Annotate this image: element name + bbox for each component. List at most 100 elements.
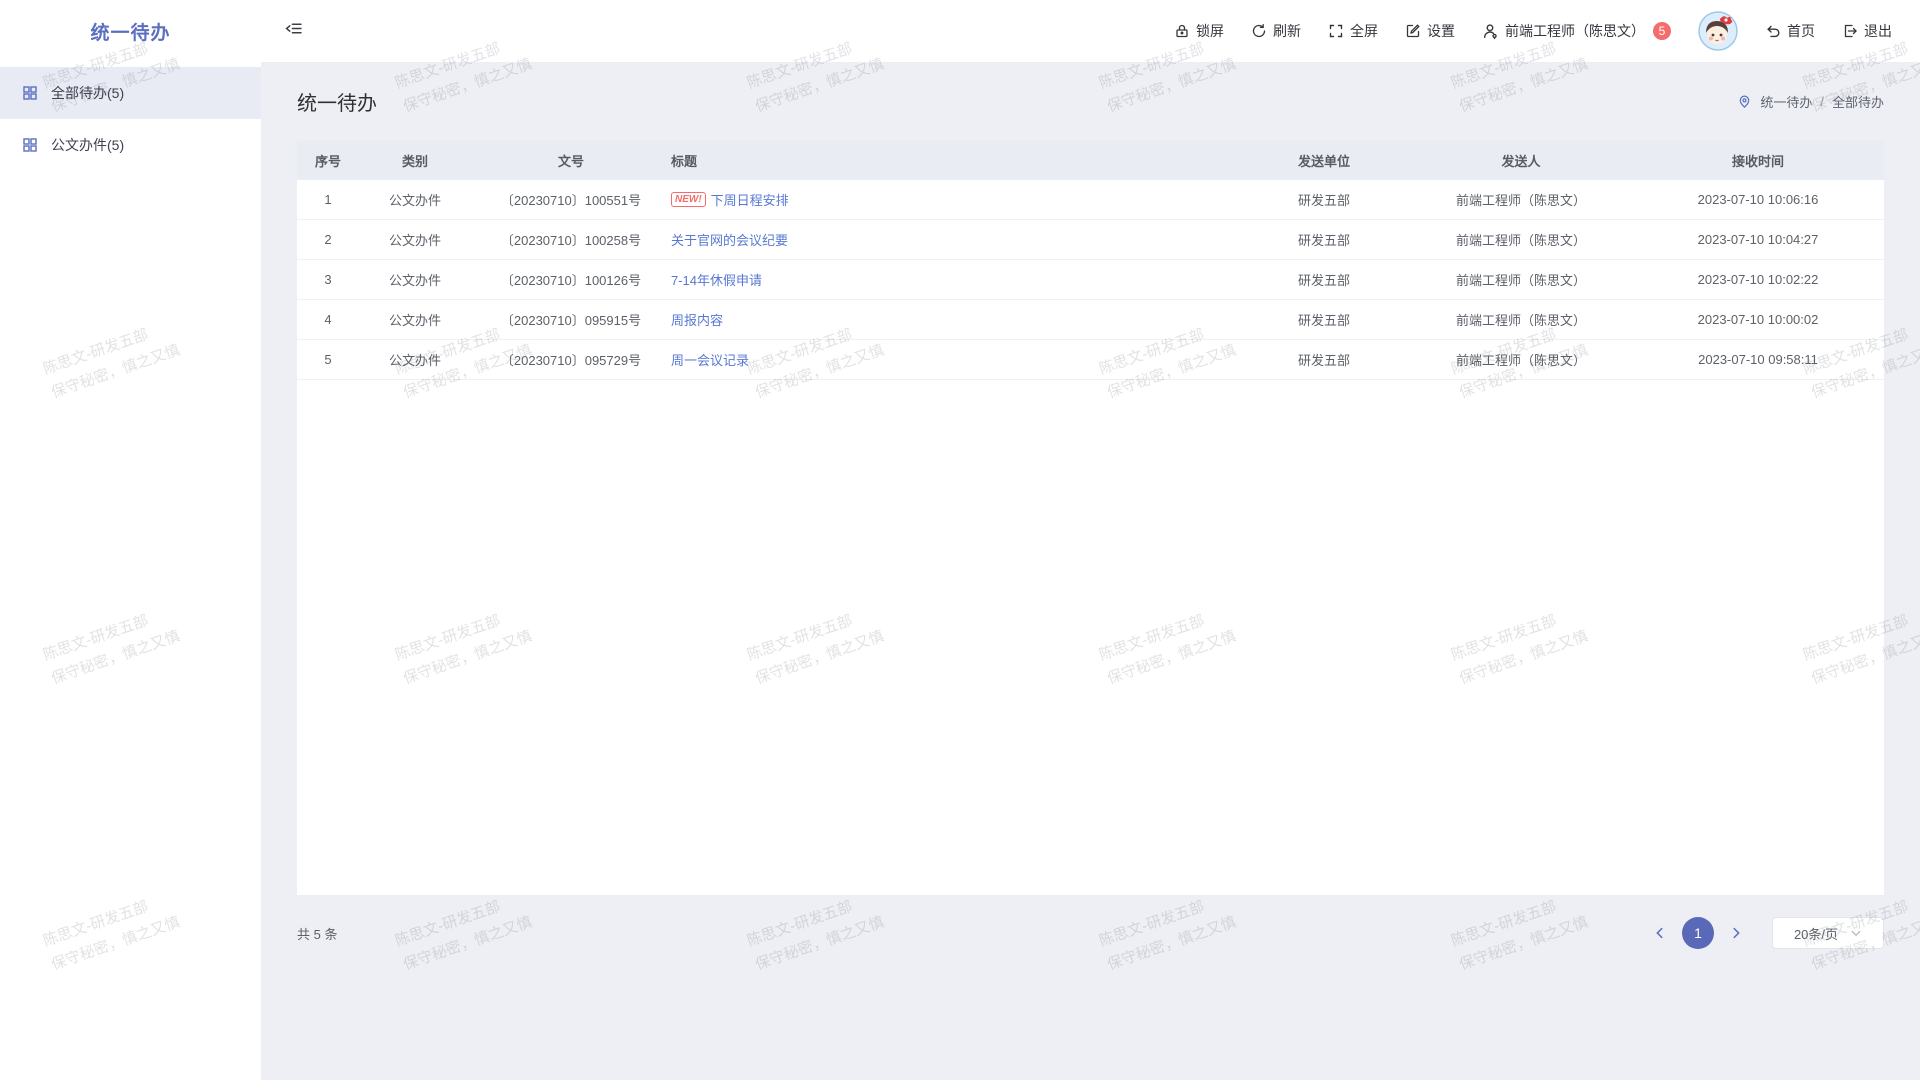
- row-category: 公文办件: [359, 270, 471, 289]
- user-menu[interactable]: 前端工程师（陈思文） 5: [1482, 21, 1671, 41]
- breadcrumb-root[interactable]: 统一待办: [1760, 92, 1812, 111]
- document-title-link[interactable]: 7-14年休假申请: [671, 270, 762, 289]
- row-category: 公文办件: [359, 310, 471, 329]
- sidebar-item-official-docs[interactable]: 公文办件(5): [0, 119, 261, 171]
- topbar: 统一待办 锁屏: [0, 0, 1920, 62]
- total-count-label: 共 5 条: [297, 924, 337, 943]
- home-button[interactable]: 首页: [1765, 21, 1815, 41]
- breadcrumb: 统一待办 / 全部待办: [1737, 92, 1884, 111]
- row-title-cell: 周一会议记录: [671, 350, 1238, 369]
- document-title-link[interactable]: 关于官网的会议纪要: [671, 230, 788, 249]
- document-title-link[interactable]: 下周日程安排: [711, 190, 789, 209]
- breadcrumb-current: 全部待办: [1832, 92, 1884, 111]
- row-unit: 研发五部: [1238, 350, 1410, 369]
- row-time: 2023-07-10 10:02:22: [1632, 272, 1884, 287]
- fullscreen-icon: [1328, 23, 1344, 39]
- row-sender: 前端工程师（陈思文）: [1410, 230, 1632, 249]
- new-badge: NEW!: [671, 192, 706, 207]
- content-area: 统一待办 统一待办 / 全部待办 序号 类别 文号 标题 发送单位: [261, 62, 1920, 1080]
- lock-icon: [1174, 23, 1190, 39]
- row-title-cell: 7-14年休假申请: [671, 270, 1238, 289]
- row-title-cell: 关于官网的会议纪要: [671, 230, 1238, 249]
- refresh-button[interactable]: 刷新: [1251, 21, 1301, 41]
- logout-label: 退出: [1864, 21, 1892, 41]
- table-row: 3 公文办件 〔20230710〕100126号 7-14年休假申请 研发五部 …: [297, 260, 1884, 300]
- avatar[interactable]: [1698, 11, 1738, 51]
- table-card: 序号 类别 文号 标题 发送单位 发送人 接收时间 1 公文办件 〔202307…: [297, 140, 1884, 895]
- row-unit: 研发五部: [1238, 270, 1410, 289]
- document-title-link[interactable]: 周报内容: [671, 310, 723, 329]
- row-title-cell: NEW! 下周日程安排: [671, 190, 1238, 209]
- row-unit: 研发五部: [1238, 190, 1410, 209]
- refresh-icon: [1251, 23, 1267, 39]
- col-header-unit: 发送单位: [1238, 151, 1410, 170]
- app-logo: 统一待办: [0, 18, 261, 45]
- col-header-sender: 发送人: [1410, 151, 1632, 170]
- user-icon: [1482, 23, 1499, 40]
- grid-icon: [22, 137, 38, 153]
- table-row: 4 公文办件 〔20230710〕095915号 周报内容 研发五部 前端工程师…: [297, 300, 1884, 340]
- row-category: 公文办件: [359, 190, 471, 209]
- row-time: 2023-07-10 10:00:02: [1632, 312, 1884, 327]
- main-layout: 全部待办(5) 公文办件(5) 统一待办 统一待办: [0, 62, 1920, 1080]
- row-sender: 前端工程师（陈思文）: [1410, 350, 1632, 369]
- table-row: 5 公文办件 〔20230710〕095729号 周一会议记录 研发五部 前端工…: [297, 340, 1884, 380]
- document-title-link[interactable]: 周一会议记录: [671, 350, 749, 369]
- sidebar-item-label: 公文办件(5): [51, 135, 124, 155]
- row-category: 公文办件: [359, 350, 471, 369]
- topbar-actions: 锁屏 刷新 全屏: [1174, 11, 1920, 51]
- prev-page-button[interactable]: [1653, 926, 1667, 940]
- page-number-button[interactable]: 1: [1682, 917, 1714, 949]
- row-doc-no: 〔20230710〕100258号: [471, 230, 671, 249]
- lock-screen-label: 锁屏: [1196, 21, 1224, 41]
- logout-button[interactable]: 退出: [1842, 21, 1892, 41]
- row-doc-no: 〔20230710〕100126号: [471, 270, 671, 289]
- pager: 1 20条/页: [1653, 917, 1884, 949]
- row-unit: 研发五部: [1238, 310, 1410, 329]
- location-pin-icon: [1737, 94, 1752, 109]
- row-no: 3: [297, 272, 359, 287]
- row-time: 2023-07-10 10:06:16: [1632, 192, 1884, 207]
- col-header-no: 序号: [297, 151, 359, 170]
- row-sender: 前端工程师（陈思文）: [1410, 270, 1632, 289]
- page-title: 统一待办: [297, 87, 377, 116]
- home-label: 首页: [1787, 21, 1815, 41]
- sidebar-item-label: 全部待办(5): [51, 83, 124, 103]
- refresh-label: 刷新: [1273, 21, 1301, 41]
- next-page-button[interactable]: [1729, 926, 1743, 940]
- back-home-icon: [1765, 23, 1781, 39]
- row-no: 2: [297, 232, 359, 247]
- row-sender: 前端工程师（陈思文）: [1410, 310, 1632, 329]
- row-no: 5: [297, 352, 359, 367]
- menu-fold-icon: [285, 20, 302, 42]
- user-name-label: 前端工程师（陈思文）: [1505, 21, 1645, 41]
- row-doc-no: 〔20230710〕095915号: [471, 310, 671, 329]
- fullscreen-button[interactable]: 全屏: [1328, 21, 1378, 41]
- breadcrumb-separator: /: [1820, 94, 1824, 109]
- page-size-select[interactable]: 20条/页: [1772, 917, 1884, 949]
- row-doc-no: 〔20230710〕095729号: [471, 350, 671, 369]
- table-row: 2 公文办件 〔20230710〕100258号 关于官网的会议纪要 研发五部 …: [297, 220, 1884, 260]
- logout-icon: [1842, 23, 1858, 39]
- table-body: 1 公文办件 〔20230710〕100551号 NEW! 下周日程安排 研发五…: [297, 180, 1884, 380]
- page-size-value: 20条/页: [1794, 924, 1838, 943]
- col-header-doc-no: 文号: [471, 151, 671, 170]
- col-header-category: 类别: [359, 151, 471, 170]
- row-category: 公文办件: [359, 230, 471, 249]
- sidebar-collapse-button[interactable]: [285, 20, 302, 42]
- row-no: 1: [297, 192, 359, 207]
- sidebar-item-all-todos[interactable]: 全部待办(5): [0, 67, 261, 119]
- pagination-bar: 共 5 条 1 20条/页: [297, 895, 1884, 971]
- row-sender: 前端工程师（陈思文）: [1410, 190, 1632, 209]
- col-header-time: 接收时间: [1632, 151, 1884, 170]
- col-header-title: 标题: [671, 151, 1238, 170]
- row-time: 2023-07-10 10:04:27: [1632, 232, 1884, 247]
- row-unit: 研发五部: [1238, 230, 1410, 249]
- edit-settings-icon: [1405, 23, 1421, 39]
- row-title-cell: 周报内容: [671, 310, 1238, 329]
- grid-icon: [22, 85, 38, 101]
- sidebar: 全部待办(5) 公文办件(5): [0, 62, 261, 1080]
- row-time: 2023-07-10 09:58:11: [1632, 352, 1884, 367]
- settings-button[interactable]: 设置: [1405, 21, 1455, 41]
- lock-screen-button[interactable]: 锁屏: [1174, 21, 1224, 41]
